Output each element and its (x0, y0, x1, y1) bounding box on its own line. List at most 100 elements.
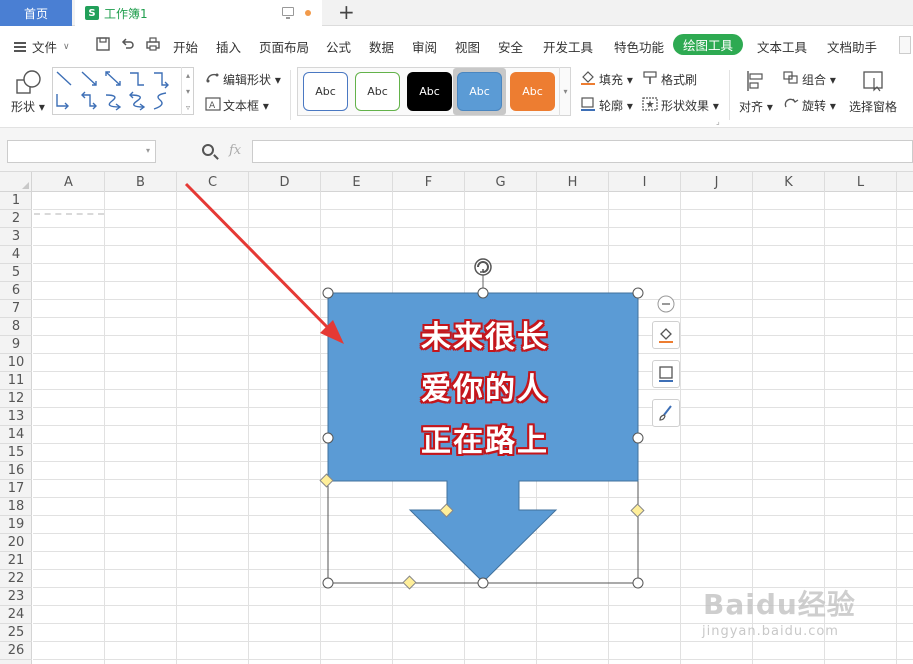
outline-button[interactable]: 轮廓 ▾ (599, 97, 633, 114)
column-header[interactable]: C (177, 172, 249, 192)
row-header[interactable]: 20 (0, 534, 32, 552)
style-swatch-black[interactable]: Abc (407, 72, 452, 111)
row-header[interactable]: 1 (0, 192, 32, 210)
shape-icon[interactable] (15, 70, 43, 96)
row-header[interactable]: 10 (0, 354, 32, 372)
shape-button[interactable]: 形状 ▾ (11, 98, 45, 115)
column-header[interactable]: B (105, 172, 177, 192)
menu-page-layout[interactable]: 页面布局 (259, 37, 309, 56)
selection-pane-icon[interactable] (862, 70, 886, 92)
row-header[interactable]: 2 (0, 210, 32, 228)
row-header[interactable]: 11 (0, 372, 32, 390)
style-gallery-more[interactable]: ▾ (559, 67, 571, 116)
text-box-button[interactable]: 文本框 ▾ (223, 97, 269, 114)
monitor-icon[interactable] (282, 7, 294, 19)
name-box[interactable] (7, 140, 156, 163)
menu-insert[interactable]: 插入 (216, 37, 241, 56)
column-header[interactable]: F (393, 172, 465, 192)
row-header[interactable]: 3 (0, 228, 32, 246)
rotate-icon[interactable] (783, 97, 799, 111)
menu-start[interactable]: 开始 (173, 37, 198, 56)
menu-doc-assistant[interactable]: 文档助手 (827, 37, 877, 56)
row-header[interactable]: 17 (0, 480, 32, 498)
shape-text[interactable]: 未来很长 爱你的人 正在路上 (405, 312, 565, 468)
text-box-icon[interactable]: A (205, 97, 221, 111)
menu-data[interactable]: 数据 (369, 37, 394, 56)
selection-pane-button[interactable]: 选择窗格 (849, 98, 897, 115)
outline-icon[interactable] (580, 97, 596, 111)
dialog-launcher-icon[interactable]: ⌟ (716, 117, 720, 126)
save-icon[interactable] (96, 37, 110, 51)
row-header[interactable]: 12 (0, 390, 32, 408)
style-swatch-blue[interactable]: Abc (457, 72, 502, 111)
rotate-button[interactable]: 旋转 ▾ (802, 97, 836, 114)
formula-input[interactable] (252, 140, 913, 163)
quick-style-button[interactable] (652, 399, 680, 427)
row-header[interactable]: 13 (0, 408, 32, 426)
group-icon[interactable] (783, 71, 799, 85)
select-all-corner[interactable] (0, 172, 32, 192)
tab-home[interactable]: 首页 (0, 0, 72, 26)
row-header[interactable]: 23 (0, 588, 32, 606)
menu-view[interactable]: 视图 (455, 37, 480, 56)
column-header[interactable]: I (609, 172, 681, 192)
shape-effects-button[interactable]: 形状效果 ▾ (661, 97, 719, 114)
menu-formulas[interactable]: 公式 (326, 37, 351, 56)
line-gallery-scroll[interactable]: ▴ ▾ ▿ (181, 67, 194, 115)
row-header[interactable]: 6 (0, 282, 32, 300)
print-icon[interactable] (146, 37, 160, 51)
zoom-icon[interactable] (202, 144, 214, 156)
column-header[interactable]: K (753, 172, 825, 192)
column-header[interactable]: D (249, 172, 321, 192)
column-header[interactable]: A (33, 172, 105, 192)
row-header[interactable]: 25 (0, 624, 32, 642)
column-header[interactable]: L (825, 172, 897, 192)
row-header[interactable]: 14 (0, 426, 32, 444)
menu-developer[interactable]: 开发工具 (543, 37, 593, 56)
row-header[interactable]: 24 (0, 606, 32, 624)
file-menu[interactable]: 文件 ∨ (14, 37, 70, 56)
edit-shape-icon[interactable] (205, 71, 221, 85)
row-header[interactable]: 16 (0, 462, 32, 480)
column-header[interactable]: J (681, 172, 753, 192)
style-swatch-blue-outline[interactable]: Abc (303, 72, 348, 111)
row-header[interactable]: 19 (0, 516, 32, 534)
shape-effects-icon[interactable] (642, 97, 658, 111)
chevron-down-icon[interactable]: ▾ (146, 146, 150, 155)
menu-review[interactable]: 审阅 (412, 37, 437, 56)
quick-fill-button[interactable] (652, 321, 680, 349)
format-painter-button[interactable]: 格式刷 (661, 71, 697, 88)
fx-icon[interactable]: fx (229, 143, 241, 158)
row-header[interactable]: 18 (0, 498, 32, 516)
collapse-toolbar-icon[interactable] (657, 295, 675, 313)
style-swatch-orange[interactable]: Abc (510, 72, 555, 111)
fill-button[interactable]: 填充 ▾ (599, 71, 633, 88)
column-header[interactable]: E (321, 172, 393, 192)
row-header[interactable]: 21 (0, 552, 32, 570)
row-header[interactable]: 5 (0, 264, 32, 282)
menu-security[interactable]: 安全 (498, 37, 523, 56)
menu-features[interactable]: 特色功能 (614, 37, 664, 56)
style-swatch-green-outline[interactable]: Abc (355, 72, 400, 111)
undo-icon[interactable] (121, 37, 135, 51)
fill-icon[interactable] (580, 71, 596, 85)
column-header[interactable]: G (465, 172, 537, 192)
new-tab-button[interactable]: + (338, 1, 355, 23)
menu-text-tools[interactable]: 文本工具 (757, 37, 807, 56)
column-header[interactable]: H (537, 172, 609, 192)
align-button[interactable]: 对齐 ▾ (739, 98, 773, 115)
row-header[interactable]: 9 (0, 336, 32, 354)
row-header[interactable]: 15 (0, 444, 32, 462)
quick-outline-button[interactable] (652, 360, 680, 388)
ribbon-collapse-button[interactable] (899, 36, 911, 54)
group-button[interactable]: 组合 ▾ (802, 71, 836, 88)
menu-drawing-tools[interactable]: 绘图工具 (673, 34, 743, 55)
row-header[interactable]: 22 (0, 570, 32, 588)
line-shapes-icon[interactable] (54, 69, 180, 113)
row-header[interactable]: 4 (0, 246, 32, 264)
edit-shape-button[interactable]: 编辑形状 ▾ (223, 71, 281, 88)
format-painter-icon[interactable] (642, 71, 658, 85)
row-header[interactable]: 8 (0, 318, 32, 336)
row-header[interactable]: 7 (0, 300, 32, 318)
align-icon[interactable] (745, 70, 767, 92)
